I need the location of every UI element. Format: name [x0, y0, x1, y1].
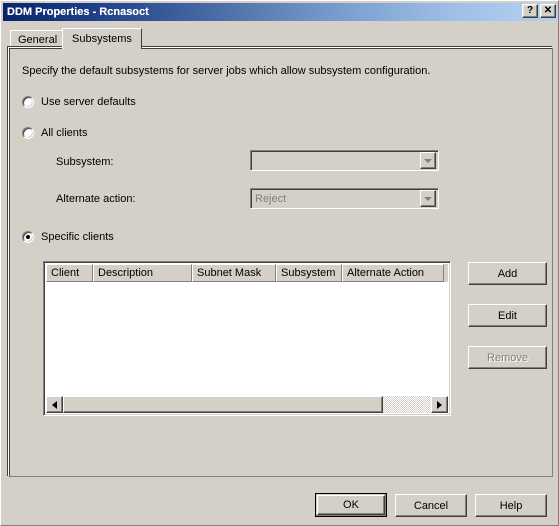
help-button[interactable]: Help: [475, 494, 547, 517]
dialog-window: DDM Properties - Rcnasoct ? ✕ General Su…: [0, 0, 559, 526]
dialog-button-bar: OK Cancel Help: [1, 1, 558, 525]
cancel-button-label: Cancel: [413, 499, 449, 512]
help-button-label: Help: [499, 499, 523, 512]
ok-button[interactable]: OK: [315, 493, 387, 517]
ok-button-label: OK: [343, 499, 359, 511]
cancel-button[interactable]: Cancel: [395, 494, 467, 517]
tab-subsystems-label: Subsystems: [72, 33, 132, 45]
tab-subsystems[interactable]: Subsystems: [62, 28, 142, 49]
